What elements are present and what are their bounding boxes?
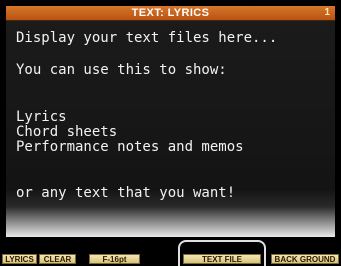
text-display-area: Display your text files here... You can … <box>6 21 335 237</box>
clear-button[interactable]: CLEAR <box>39 254 76 264</box>
background-button[interactable]: BACK GROUND <box>271 254 339 264</box>
text-line: Lyrics <box>16 109 67 125</box>
text-line: Chord sheets <box>16 124 118 140</box>
lyrics-screen: TEXT: LYRICS 1 Display your text files h… <box>0 0 341 266</box>
text-file-button[interactable]: TEXT FILE <box>183 254 261 264</box>
text-line: Performance notes and memos <box>16 139 244 155</box>
text-line: or any text that you want! <box>16 185 236 201</box>
text-line: Display your text files here... <box>16 30 278 46</box>
font-size-button[interactable]: F-16pt <box>89 254 140 264</box>
title-bar: TEXT: LYRICS 1 <box>6 6 335 21</box>
function-bar: LYRICS CLEAR F-16pt TEXT FILE BACK GROUN… <box>0 240 341 266</box>
screen-title: TEXT: LYRICS <box>131 7 210 19</box>
text-line: You can use this to show: <box>16 62 227 78</box>
page-number: 1 <box>324 7 330 18</box>
lyrics-button[interactable]: LYRICS <box>2 254 37 264</box>
